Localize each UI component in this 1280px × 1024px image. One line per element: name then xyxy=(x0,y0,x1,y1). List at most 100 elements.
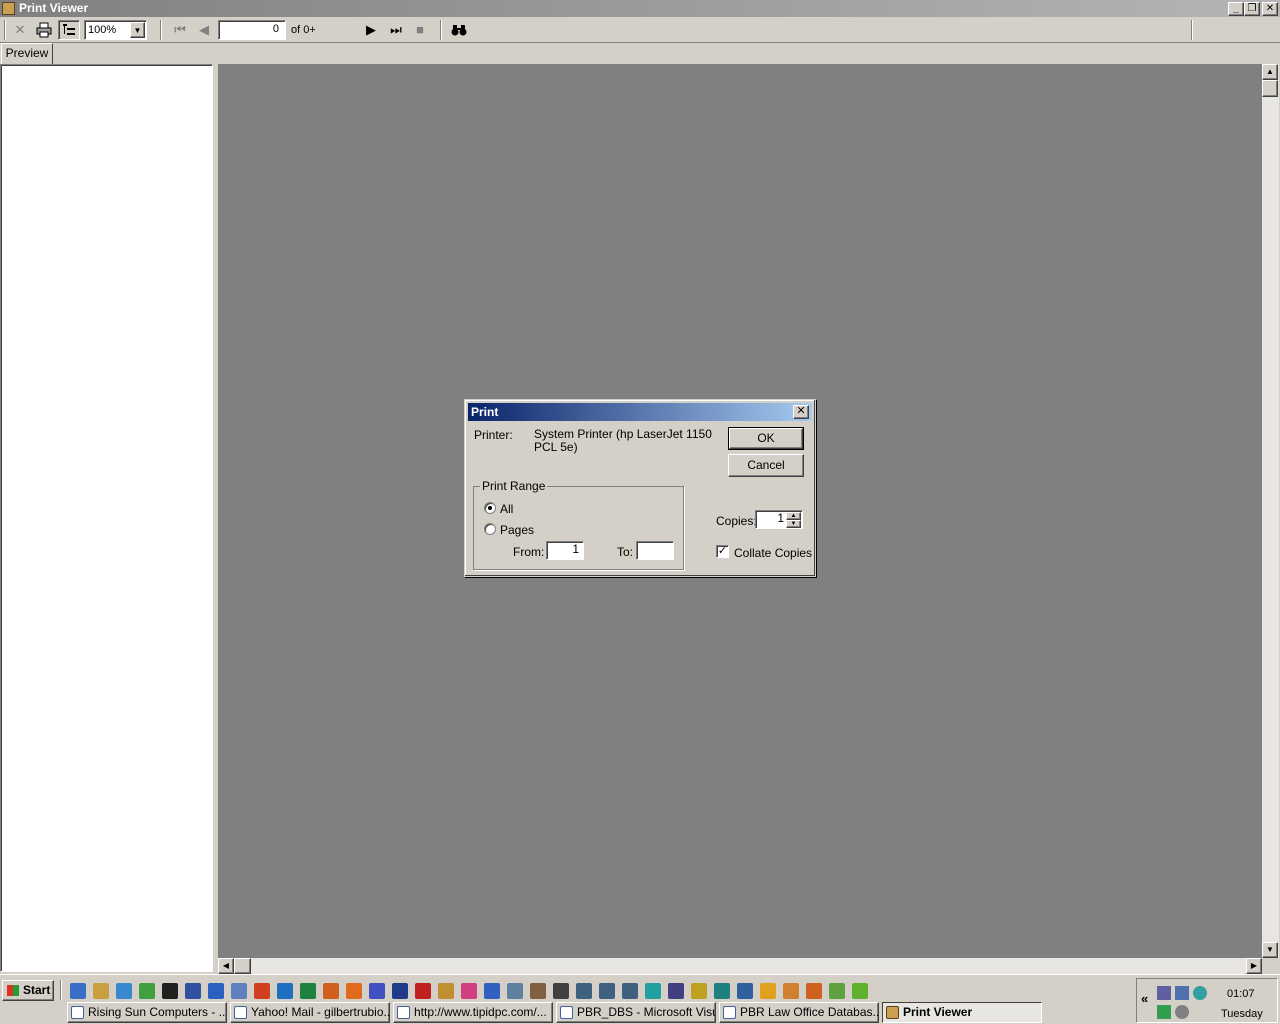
quick-launch-icon[interactable] xyxy=(576,983,592,999)
radio-all-label: All xyxy=(500,502,514,516)
tray-app-icon[interactable] xyxy=(1157,1005,1171,1019)
quick-launch-icon[interactable] xyxy=(829,983,845,999)
quick-launch-icon[interactable] xyxy=(254,983,270,999)
minimize-button[interactable]: _ xyxy=(1228,2,1244,16)
quick-launch-icon[interactable] xyxy=(392,983,408,999)
quick-launch-icon[interactable] xyxy=(139,983,155,999)
close-icon[interactable]: ✕ xyxy=(9,20,31,40)
radio-pages[interactable] xyxy=(484,523,496,535)
quick-launch-icon[interactable] xyxy=(553,983,569,999)
stop-icon[interactable]: ■ xyxy=(409,20,431,40)
quick-launch-icon[interactable] xyxy=(185,983,201,999)
print-range-label: Print Range xyxy=(480,479,548,493)
taskbar-item-active[interactable]: Print Viewer xyxy=(882,1002,1042,1023)
quick-launch-icon[interactable] xyxy=(645,983,661,999)
cancel-button[interactable]: Cancel xyxy=(728,454,804,477)
network-icon[interactable] xyxy=(1175,986,1189,1000)
quick-launch-icon[interactable] xyxy=(461,983,477,999)
quick-launch-icon[interactable] xyxy=(599,983,615,999)
window-title: Print Viewer xyxy=(19,1,89,15)
title-bar: Print Viewer _ ❐ ✕ xyxy=(0,0,1280,17)
chevron-down-icon[interactable]: ▼ xyxy=(130,22,145,38)
taskbar-item[interactable]: Rising Sun Computers - ... xyxy=(67,1002,227,1023)
taskbar-item[interactable]: PBR_DBS - Microsoft Visu... xyxy=(556,1002,716,1023)
radio-all[interactable] xyxy=(484,502,496,514)
radio-pages-label: Pages xyxy=(500,523,535,537)
quick-launch-icon[interactable] xyxy=(714,983,730,999)
quick-launch-icon[interactable] xyxy=(346,983,362,999)
quick-launch-icon[interactable] xyxy=(369,983,385,999)
quick-launch-icon[interactable] xyxy=(116,983,132,999)
zoom-value: 100% xyxy=(88,24,117,36)
windows-logo-icon xyxy=(7,985,19,996)
quick-launch-icon[interactable] xyxy=(438,983,454,999)
quick-launch-icon[interactable] xyxy=(622,983,638,999)
printer-icon[interactable] xyxy=(33,20,55,40)
taskbar-item[interactable]: Yahoo! Mail - gilbertrubio... xyxy=(230,1002,390,1023)
quick-launch-icon[interactable] xyxy=(70,983,86,999)
quick-launch-icon[interactable] xyxy=(737,983,753,999)
quick-launch-icon[interactable] xyxy=(530,983,546,999)
close-icon[interactable]: ✕ xyxy=(793,405,809,419)
page-number-input[interactable]: 0 xyxy=(218,20,286,40)
copies-stepper[interactable]: 1 ▲ ▼ xyxy=(755,510,803,529)
tray-expand-button[interactable]: « xyxy=(1141,991,1148,1006)
quick-launch-icon[interactable] xyxy=(760,983,776,999)
quick-launch-icon[interactable] xyxy=(415,983,431,999)
toolbar-separator xyxy=(440,20,442,40)
start-button[interactable]: Start xyxy=(2,980,54,1001)
toolbar: ✕ 100% ▼ ⏮ ◀ 0 of 0+ ▶ ⏭ ■ xyxy=(0,17,1280,43)
restore-button[interactable]: ❐ xyxy=(1244,2,1260,16)
vertical-scrollbar[interactable]: ▲ ▼ xyxy=(1262,64,1279,958)
horizontal-scrollbar[interactable]: ◀ ▶ xyxy=(218,958,1262,974)
toolbar-separator xyxy=(4,20,6,40)
spin-up-icon[interactable]: ▲ xyxy=(786,512,801,520)
quick-launch-icon[interactable] xyxy=(277,983,293,999)
volume-icon[interactable] xyxy=(1175,1005,1189,1019)
quick-launch-icon[interactable] xyxy=(783,983,799,999)
close-window-button[interactable]: ✕ xyxy=(1262,2,1278,16)
database-app-icon xyxy=(723,1006,736,1019)
previous-page-icon[interactable]: ◀ xyxy=(193,20,215,40)
next-page-icon[interactable]: ▶ xyxy=(360,20,382,40)
quick-launch-icon[interactable] xyxy=(484,983,500,999)
quick-launch-icon[interactable] xyxy=(323,983,339,999)
taskbar-item[interactable]: http://www.tipidpc.com/... xyxy=(393,1002,553,1023)
network-icon[interactable] xyxy=(1157,986,1171,1000)
copies-value: 1 xyxy=(777,511,784,525)
spin-down-icon[interactable]: ▼ xyxy=(786,520,801,528)
quick-launch-icon[interactable] xyxy=(806,983,822,999)
tab-preview[interactable]: Preview xyxy=(1,43,53,64)
quick-launch-icon[interactable] xyxy=(668,983,684,999)
scroll-thumb[interactable] xyxy=(234,958,251,974)
scroll-left-icon[interactable]: ◀ xyxy=(218,958,234,974)
scroll-thumb[interactable] xyxy=(1262,80,1278,97)
clock-time[interactable]: 01:07 xyxy=(1227,988,1255,1000)
quick-launch-icon[interactable] xyxy=(691,983,707,999)
first-page-icon[interactable]: ⏮ xyxy=(169,20,191,40)
quick-launch-icon[interactable] xyxy=(162,983,178,999)
ie-icon xyxy=(234,1006,247,1019)
from-page-field[interactable]: 1 xyxy=(546,541,584,560)
last-page-icon[interactable]: ⏭ xyxy=(385,20,407,40)
find-binoculars-icon[interactable] xyxy=(448,20,470,40)
quick-launch-icon[interactable] xyxy=(93,983,109,999)
taskbar-item[interactable]: PBR Law Office Databas... xyxy=(719,1002,879,1023)
ie-icon xyxy=(71,1006,84,1019)
quick-launch-icon[interactable] xyxy=(507,983,523,999)
zoom-select[interactable]: 100% ▼ xyxy=(84,20,147,40)
scroll-right-icon[interactable]: ▶ xyxy=(1246,958,1262,974)
quick-launch-icon[interactable] xyxy=(300,983,316,999)
tray-app-icon[interactable] xyxy=(1193,986,1207,1000)
quick-launch-icon[interactable] xyxy=(208,983,224,999)
collate-checkbox[interactable]: ✓ xyxy=(716,545,729,558)
ok-button[interactable]: OK xyxy=(728,427,804,450)
taskbar-item-label: PBR_DBS - Microsoft Visu... xyxy=(577,1005,716,1019)
tree-view-icon[interactable] xyxy=(58,20,80,40)
to-page-field[interactable] xyxy=(636,541,674,560)
group-tree-pane[interactable] xyxy=(0,64,213,972)
quick-launch-icon[interactable] xyxy=(852,983,868,999)
scroll-down-icon[interactable]: ▼ xyxy=(1262,942,1278,958)
scroll-up-icon[interactable]: ▲ xyxy=(1262,64,1278,80)
quick-launch-icon[interactable] xyxy=(231,983,247,999)
